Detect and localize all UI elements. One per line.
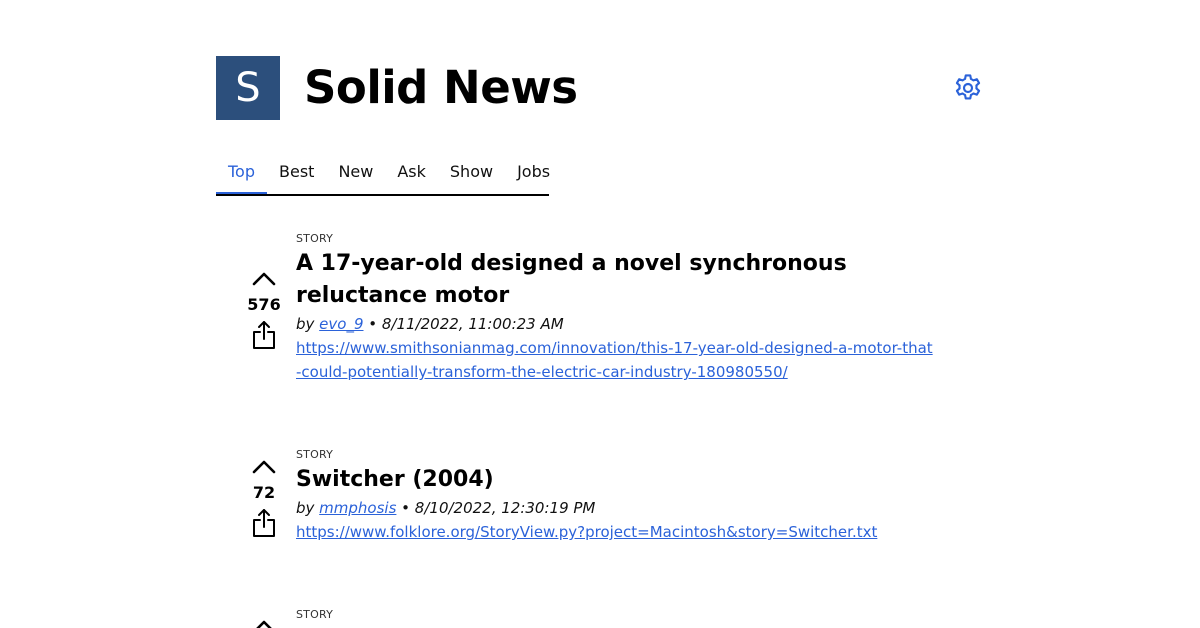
- logo[interactable]: S: [216, 56, 280, 120]
- tab-ask[interactable]: Ask: [385, 156, 438, 194]
- tab-best[interactable]: Best: [267, 156, 326, 194]
- meta-separator: •: [396, 499, 415, 517]
- story-kind: STORY: [296, 608, 334, 621]
- gear-icon[interactable]: [952, 72, 984, 104]
- story-item: STORY: [240, 608, 940, 628]
- site-title: Solid News: [304, 61, 578, 114]
- tab-new[interactable]: New: [326, 156, 385, 194]
- story-meta: by mmphosis • 8/10/2022, 12:30:19 PM: [296, 496, 936, 520]
- story-time: 8/10/2022, 12:30:19 PM: [414, 499, 596, 517]
- tabs: Top Best New Ask Show Jobs: [216, 156, 562, 196]
- story-item: 72 STORY Switcher (2004) by mmphosis • 8…: [240, 448, 940, 558]
- author-link[interactable]: mmphosis: [319, 499, 396, 517]
- share-icon[interactable]: [251, 508, 277, 538]
- upvote-chevron-icon[interactable]: [250, 456, 278, 478]
- score: 72: [252, 483, 276, 502]
- page: S Solid News Top Best New Ask Show Jobs …: [0, 0, 1200, 628]
- story-meta: by evo_9 • 8/11/2022, 11:00:23 AM: [296, 312, 936, 336]
- story-content: STORY A 17-year-old designed a novel syn…: [296, 232, 936, 384]
- share-icon[interactable]: [251, 320, 277, 350]
- by-label: by: [296, 499, 320, 517]
- story-title[interactable]: Switcher (2004): [296, 464, 936, 496]
- story-time: 8/11/2022, 11:00:23 AM: [381, 315, 564, 333]
- story-kind: STORY: [296, 448, 334, 461]
- upvote-chevron-icon[interactable]: [250, 268, 278, 290]
- story-item: 576 STORY A 17-year-old designed a novel…: [240, 232, 940, 392]
- author-link[interactable]: evo_9: [319, 315, 363, 333]
- header: S Solid News: [216, 56, 984, 120]
- tab-show[interactable]: Show: [438, 156, 505, 194]
- story-url-link[interactable]: https://www.smithsonianmag.com/innovatio…: [296, 336, 936, 384]
- story-title[interactable]: A 17-year-old designed a novel synchrono…: [296, 248, 936, 312]
- story-url-link[interactable]: https://www.folklore.org/StoryView.py?pr…: [296, 520, 936, 544]
- story-kind: STORY: [296, 232, 334, 245]
- upvote-chevron-icon[interactable]: [250, 616, 278, 628]
- story-content: STORY: [296, 608, 936, 622]
- by-label: by: [296, 315, 320, 333]
- score: 576: [247, 295, 281, 314]
- vote-column: 576: [240, 268, 288, 350]
- vote-column: [240, 616, 288, 628]
- tab-jobs[interactable]: Jobs: [505, 156, 562, 194]
- tab-top[interactable]: Top: [216, 156, 267, 194]
- story-content: STORY Switcher (2004) by mmphosis • 8/10…: [296, 448, 936, 544]
- meta-separator: •: [363, 315, 382, 333]
- vote-column: 72: [240, 456, 288, 538]
